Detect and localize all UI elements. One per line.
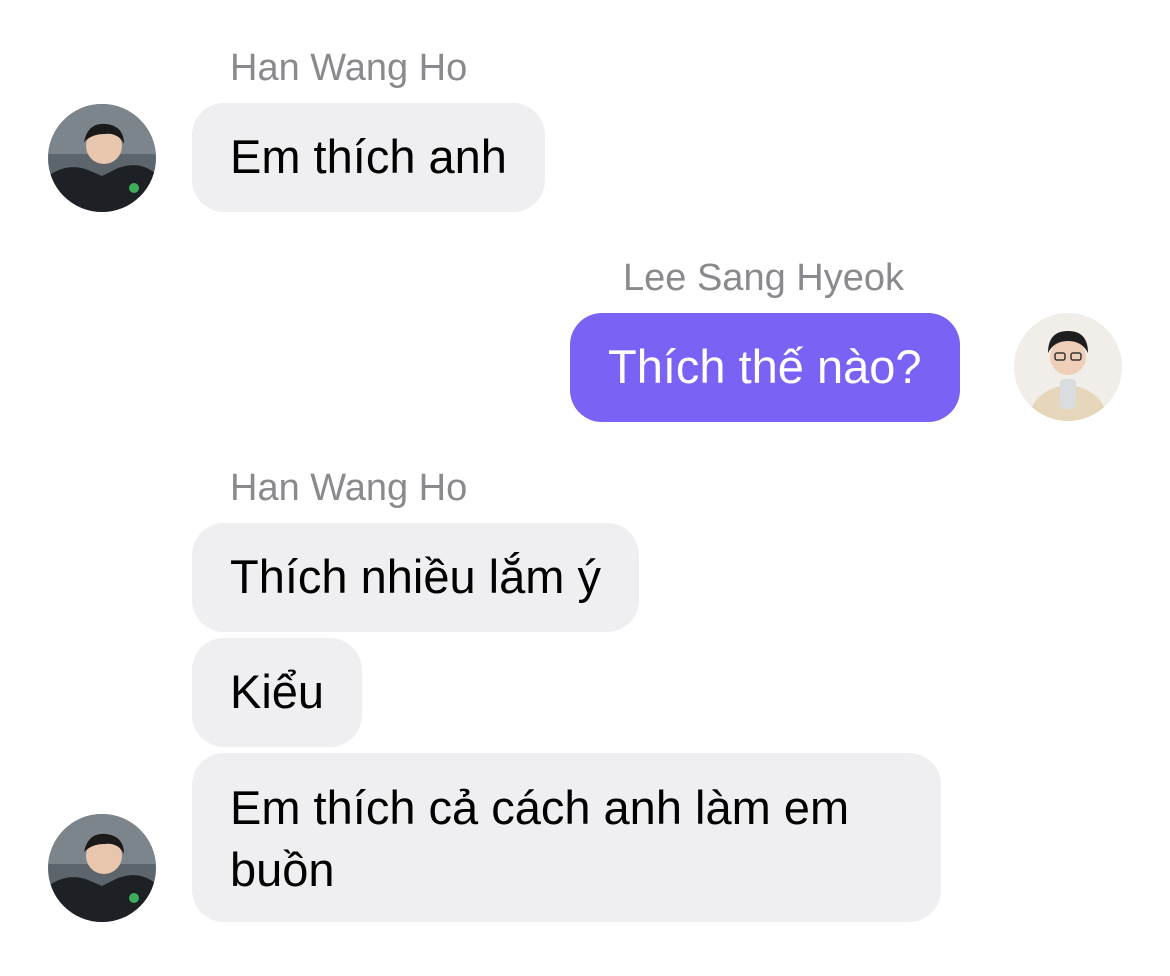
sender-name: Han Wang Ho (230, 467, 468, 509)
avatar-lee-sang-hyeok[interactable] (1014, 313, 1122, 421)
sender-name: Lee Sang Hyeok (623, 257, 904, 299)
avatar-photo-icon (48, 814, 156, 922)
avatar-han-wang-ho[interactable] (48, 814, 156, 922)
sender-name: Han Wang Ho (230, 47, 468, 89)
message-bubble[interactable]: Thích nhiều lắm ý (192, 523, 639, 632)
avatar-photo-icon (48, 104, 156, 212)
message-bubble[interactable]: Em thích cả cách anh làm em buồn (192, 753, 941, 922)
avatar-han-wang-ho[interactable] (48, 104, 156, 212)
message-bubble[interactable]: Kiểu (192, 638, 363, 747)
avatar-photo-icon (1014, 313, 1122, 421)
message-bubble[interactable]: Em thích anh (192, 103, 545, 212)
message-bubble[interactable]: Thích thế nào? (570, 313, 960, 422)
